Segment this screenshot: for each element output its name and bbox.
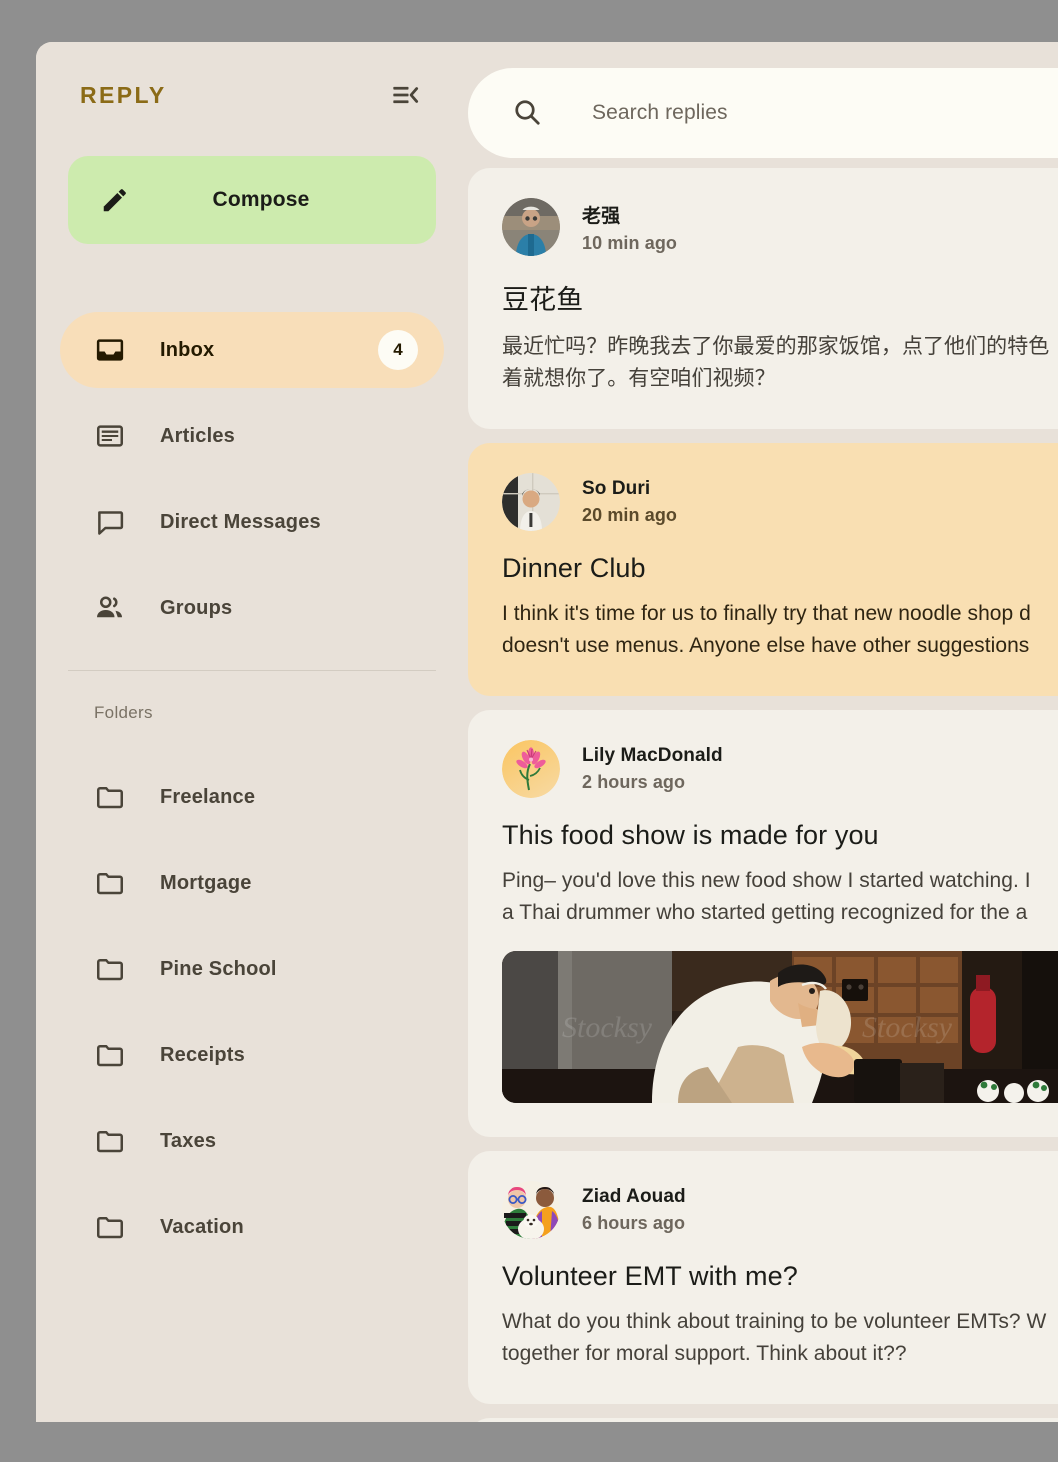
avatar [502,1181,560,1239]
sender-name: 老强 [582,205,621,227]
sender-name: Lily MacDonald [582,745,723,766]
pencil-icon [100,185,130,215]
email-preview-body: I think it's time for us to finally try … [502,602,1031,657]
sidebar-folder-label: Receipts [160,1043,245,1066]
email-list-item[interactable]: Ziad Aouad 6 hours ago Volunteer EMT wit… [468,1151,1058,1404]
email-header: 老强 10 min ago [502,198,1058,256]
svg-text:Stocksy: Stocksy [562,1011,653,1044]
folder-icon [94,1125,126,1157]
email-list-item[interactable] [468,1418,1058,1422]
email-header: Lily MacDonald 2 hours ago [502,740,1058,798]
email-timestamp: 10 min ago [582,232,678,253]
sidebar-item-groups[interactable]: Groups [60,570,444,646]
folders-list: Freelance Mortgage Pine School Receipts … [60,759,444,1265]
sidebar-folder-pine-school[interactable]: Pine School [60,931,444,1007]
search-input-placeholder[interactable]: Search replies [592,101,728,125]
email-timestamp: 2 hours ago [582,772,686,792]
sidebar-header: REPLY [60,42,444,148]
sender-name: So Duri [582,478,651,499]
folder-icon [94,1211,126,1243]
email-header: Ziad Aouad 6 hours ago [502,1181,1058,1239]
sidebar-item-label: Direct Messages [160,510,321,533]
email-preview-body: What do you think about training to be v… [502,1310,1047,1365]
people-icon [94,592,126,624]
email-subject: This food show is made for you [502,820,879,850]
sender-info: Ziad Aouad 6 hours ago [582,1186,686,1234]
email-list: 老强 10 min ago 豆花鱼 最近忙吗？昨晚我去了你最爱的那家饭馆，点了他… [468,168,1058,1422]
sidebar-divider [68,670,436,671]
folder-icon [94,953,126,985]
sender-info: 老强 10 min ago [582,201,677,254]
app-window: REPLY Compose Inbox 4 Articles Direct Me… [36,42,1058,1422]
svg-text:Stocksy: Stocksy [862,1011,953,1044]
primary-nav-list: Inbox 4 Articles Direct Messages Groups [60,312,444,646]
sender-info: Lily MacDonald 2 hours ago [582,745,723,793]
sidebar-item-label: Groups [160,596,233,619]
sidebar-folder-label: Taxes [160,1129,217,1152]
email-list-item[interactable]: So Duri 20 min ago Dinner Club I think i… [468,443,1058,696]
compose-button[interactable]: Compose [68,156,436,244]
sidebar-folder-label: Mortgage [160,871,252,894]
avatar [502,473,560,531]
sidebar-item-direct-messages[interactable]: Direct Messages [60,484,444,560]
sidebar-folder-label: Freelance [160,785,256,808]
email-subject: 豆花鱼 [502,285,584,315]
email-preview-body: Ping– you'd love this new food show I st… [502,869,1031,924]
email-list-item[interactable]: Lily MacDonald 2 hours ago This food sho… [468,710,1058,1137]
menu-open-icon[interactable] [386,76,424,114]
chat-bubble-icon [94,506,126,538]
sidebar-folder-label: Vacation [160,1215,244,1238]
sidebar-folder-label: Pine School [160,957,277,980]
sidebar-item-articles[interactable]: Articles [60,398,444,474]
sidebar-folder-receipts[interactable]: Receipts [60,1017,444,1093]
sidebar-folder-freelance[interactable]: Freelance [60,759,444,835]
sidebar-item-label: Articles [160,424,235,447]
avatar [502,740,560,798]
sender-name: Ziad Aouad [582,1186,686,1207]
search-bar[interactable]: Search replies [468,68,1058,158]
email-subject: Dinner Club [502,553,646,583]
email-timestamp: 6 hours ago [582,1213,686,1233]
email-subject: Volunteer EMT with me? [502,1261,798,1291]
sidebar-item-label: Inbox [160,338,215,361]
sidebar-folder-vacation[interactable]: Vacation [60,1189,444,1265]
sidebar-item-inbox[interactable]: Inbox 4 [60,312,444,388]
compose-button-label: Compose [212,188,310,211]
folder-icon [94,1039,126,1071]
avatar [502,198,560,256]
folder-icon [94,781,126,813]
article-icon [94,420,126,452]
email-list-item[interactable]: 老强 10 min ago 豆花鱼 最近忙吗？昨晚我去了你最爱的那家饭馆，点了他… [468,168,1058,429]
app-brand-title: REPLY [80,81,167,108]
email-preview-body: 最近忙吗？昨晚我去了你最爱的那家饭馆，点了他们的特色 着就想你了。有空咱们视频？ [502,335,1050,390]
search-icon [512,97,544,129]
email-attachment-image[interactable]: Stocksy Stocksy [502,951,1058,1103]
email-timestamp: 20 min ago [582,505,678,525]
sidebar-folder-mortgage[interactable]: Mortgage [60,845,444,921]
folder-icon [94,867,126,899]
navigation-sidebar: REPLY Compose Inbox 4 Articles Direct Me… [36,42,468,1422]
email-header: So Duri 20 min ago [502,473,1058,531]
email-list-panel: Search replies 老强 10 min ago 豆花鱼 最近忙吗？昨晚… [468,42,1058,1422]
folders-section-label: Folders [94,703,153,722]
inbox-unread-badge: 4 [378,330,418,370]
sender-info: So Duri 20 min ago [582,478,677,526]
inbox-icon [94,334,126,366]
sidebar-folder-taxes[interactable]: Taxes [60,1103,444,1179]
